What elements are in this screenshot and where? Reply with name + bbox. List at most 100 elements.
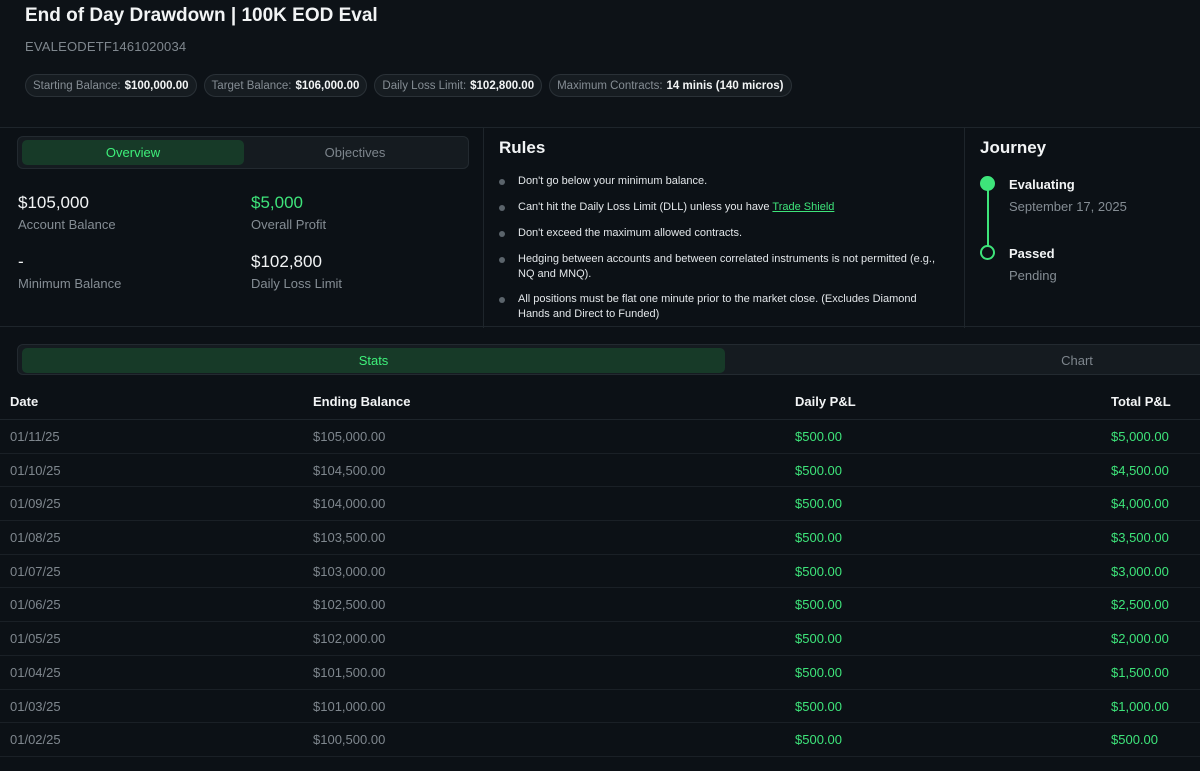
table-row: 01/02/25 $100,500.00 $500.00 $500.00: [0, 723, 1200, 757]
cell-ending-balance: $104,500.00: [313, 462, 386, 478]
cell-daily-pnl: $500.00: [795, 429, 842, 444]
cell-total-pnl: $2,000.00: [1111, 631, 1169, 647]
page-title: End of Day Drawdown | 100K EOD Eval: [25, 5, 378, 26]
account-id: EVALEODETF1461020034: [25, 39, 187, 54]
cell-ending-balance: $101,000.00: [313, 698, 386, 714]
cell-ending-balance: $103,000.00: [313, 563, 386, 579]
stats-table: Date Ending Balance Daily P&L Total P&L …: [0, 385, 1200, 757]
rule-item: Don't exceed the maximum allowed contrac…: [498, 226, 948, 241]
daily-loss-limit-metric: $102,800 Daily Loss Limit: [251, 252, 342, 291]
column-header-daily-pnl: Daily P&L: [795, 394, 856, 409]
table-row: 01/11/25 $105,000.00 $500.00 $5,000.00: [0, 420, 1200, 454]
column-header-total-pnl: Total P&L: [1111, 394, 1171, 409]
metric-label: Overall Profit: [251, 217, 327, 232]
table-row: 01/10/25 $104,500.00 $500.00 $4,500.00: [0, 454, 1200, 488]
table-row: 01/09/25 $104,000.00 $500.00 $4,000.00: [0, 487, 1200, 522]
cell-daily-pnl: $500.00: [795, 631, 842, 647]
cell-ending-balance: $105,000.00: [313, 429, 386, 444]
trade-shield-link[interactable]: Trade Shield: [772, 201, 834, 213]
stats-chart-toggle: Stats Chart: [17, 344, 1200, 375]
step-pending-icon: [980, 245, 995, 260]
account-chips: Starting Balance: $100,000.00 Target Bal…: [25, 74, 792, 97]
rule-text: Hedging between accounts and between cor…: [518, 253, 936, 280]
journey-connector: [987, 190, 989, 250]
cell-daily-pnl: $500.00: [795, 597, 842, 613]
rule-text: Don't exceed the maximum allowed contrac…: [518, 227, 743, 239]
metric-label: Account Balance: [18, 217, 116, 232]
rule-item: Don't go below your minimum balance.: [498, 174, 948, 189]
table-row: 01/05/25 $102,000.00 $500.00 $2,000.00: [0, 622, 1200, 656]
cell-date: 01/11/25: [10, 429, 60, 444]
maximum-contracts-chip: Maximum Contracts: 14 minis (140 micros): [549, 74, 792, 97]
cell-daily-pnl: $500.00: [795, 698, 842, 714]
rules-panel: Rules Don't go below your minimum balanc…: [484, 128, 965, 328]
tab-overview[interactable]: Overview: [22, 140, 244, 165]
chip-value: $106,000.00: [295, 79, 360, 92]
cell-date: 01/06/25: [10, 597, 61, 613]
cell-total-pnl: $500.00: [1111, 732, 1158, 748]
journey-step-title: Passed: [1009, 246, 1055, 261]
rule-text: Don't go below your minimum balance.: [518, 175, 708, 187]
tab-objectives[interactable]: Objectives: [244, 140, 466, 165]
table-row: 01/07/25 $103,000.00 $500.00 $3,000.00: [0, 555, 1200, 589]
rule-text: All positions must be flat one minute pr…: [518, 293, 917, 320]
tab-stats[interactable]: Stats: [22, 348, 725, 373]
rule-text: Can't hit the Daily Loss Limit (DLL) unl…: [518, 201, 770, 213]
rule-item: Can't hit the Daily Loss Limit (DLL) unl…: [498, 200, 948, 215]
cell-total-pnl: $4,500.00: [1111, 462, 1169, 478]
tab-chart[interactable]: Chart: [725, 348, 1200, 373]
daily-loss-limit-chip: Daily Loss Limit: $102,800.00: [374, 74, 543, 97]
cell-ending-balance: $104,000.00: [313, 496, 386, 512]
chip-value: 14 minis (140 micros): [666, 79, 784, 92]
journey-step-subtitle: Pending: [1009, 268, 1057, 283]
rules-heading: Rules: [499, 138, 546, 157]
journey-step-title: Evaluating: [1009, 177, 1075, 192]
cell-daily-pnl: $500.00: [795, 496, 842, 512]
table-row: 01/04/25 $101,500.00 $500.00 $1,500.00: [0, 656, 1200, 690]
chip-value: $102,800.00: [470, 79, 535, 92]
eval-account-page: End of Day Drawdown | 100K EOD Eval EVAL…: [0, 0, 1200, 771]
table-row: 01/03/25 $101,000.00 $500.00 $1,000.00: [0, 690, 1200, 724]
rule-item: Hedging between accounts and between cor…: [498, 252, 948, 282]
chip-label: Target Balance:: [211, 79, 292, 92]
column-header-date: Date: [10, 394, 39, 409]
target-balance-chip: Target Balance: $106,000.00: [203, 74, 368, 97]
cell-ending-balance: $103,500.00: [313, 530, 386, 546]
cell-daily-pnl: $500.00: [795, 664, 842, 680]
cell-date: 01/03/25: [10, 698, 61, 714]
overview-toggle: Overview Objectives: [17, 136, 469, 169]
chip-value: $100,000.00: [124, 79, 189, 92]
table-row: 01/08/25 $103,500.00 $500.00 $3,500.00: [0, 521, 1200, 555]
cell-daily-pnl: $500.00: [795, 530, 842, 546]
cell-date: 01/08/25: [10, 530, 61, 546]
metric-label: Daily Loss Limit: [251, 276, 343, 291]
cell-daily-pnl: $500.00: [795, 462, 842, 478]
journey-heading: Journey: [980, 138, 1047, 157]
cell-date: 01/04/25: [10, 664, 61, 680]
cell-total-pnl: $2,500.00: [1111, 597, 1169, 613]
cell-ending-balance: $101,500.00: [313, 664, 386, 680]
cell-date: 01/05/25: [10, 631, 61, 647]
overall-profit-metric: $5,000 Overall Profit: [251, 193, 326, 232]
cell-date: 01/10/25: [10, 462, 61, 478]
journey-step-subtitle: September 17, 2025: [1009, 199, 1127, 214]
cell-total-pnl: $3,000.00: [1111, 563, 1169, 579]
rule-item: All positions must be flat one minute pr…: [498, 292, 948, 322]
cell-ending-balance: $102,500.00: [313, 597, 386, 613]
cell-ending-balance: $102,000.00: [313, 631, 386, 647]
account-header: End of Day Drawdown | 100K EOD Eval EVAL…: [0, 0, 1200, 127]
cell-total-pnl: $5,000.00: [1111, 429, 1169, 444]
metric-value: $105,000: [18, 193, 89, 212]
cell-date: 01/09/25: [10, 496, 61, 512]
chip-label: Maximum Contracts:: [557, 79, 663, 92]
column-header-ending-balance: Ending Balance: [313, 394, 411, 409]
starting-balance-chip: Starting Balance: $100,000.00: [25, 74, 197, 97]
metric-label: Minimum Balance: [18, 276, 122, 291]
metric-value: -: [18, 252, 24, 271]
cell-total-pnl: $1,500.00: [1111, 664, 1169, 680]
chip-label: Daily Loss Limit:: [382, 79, 467, 92]
account-balance-metric: $105,000 Account Balance: [18, 193, 116, 232]
cell-daily-pnl: $500.00: [795, 563, 842, 579]
chip-label: Starting Balance:: [33, 79, 121, 92]
step-complete-icon: [980, 176, 995, 191]
